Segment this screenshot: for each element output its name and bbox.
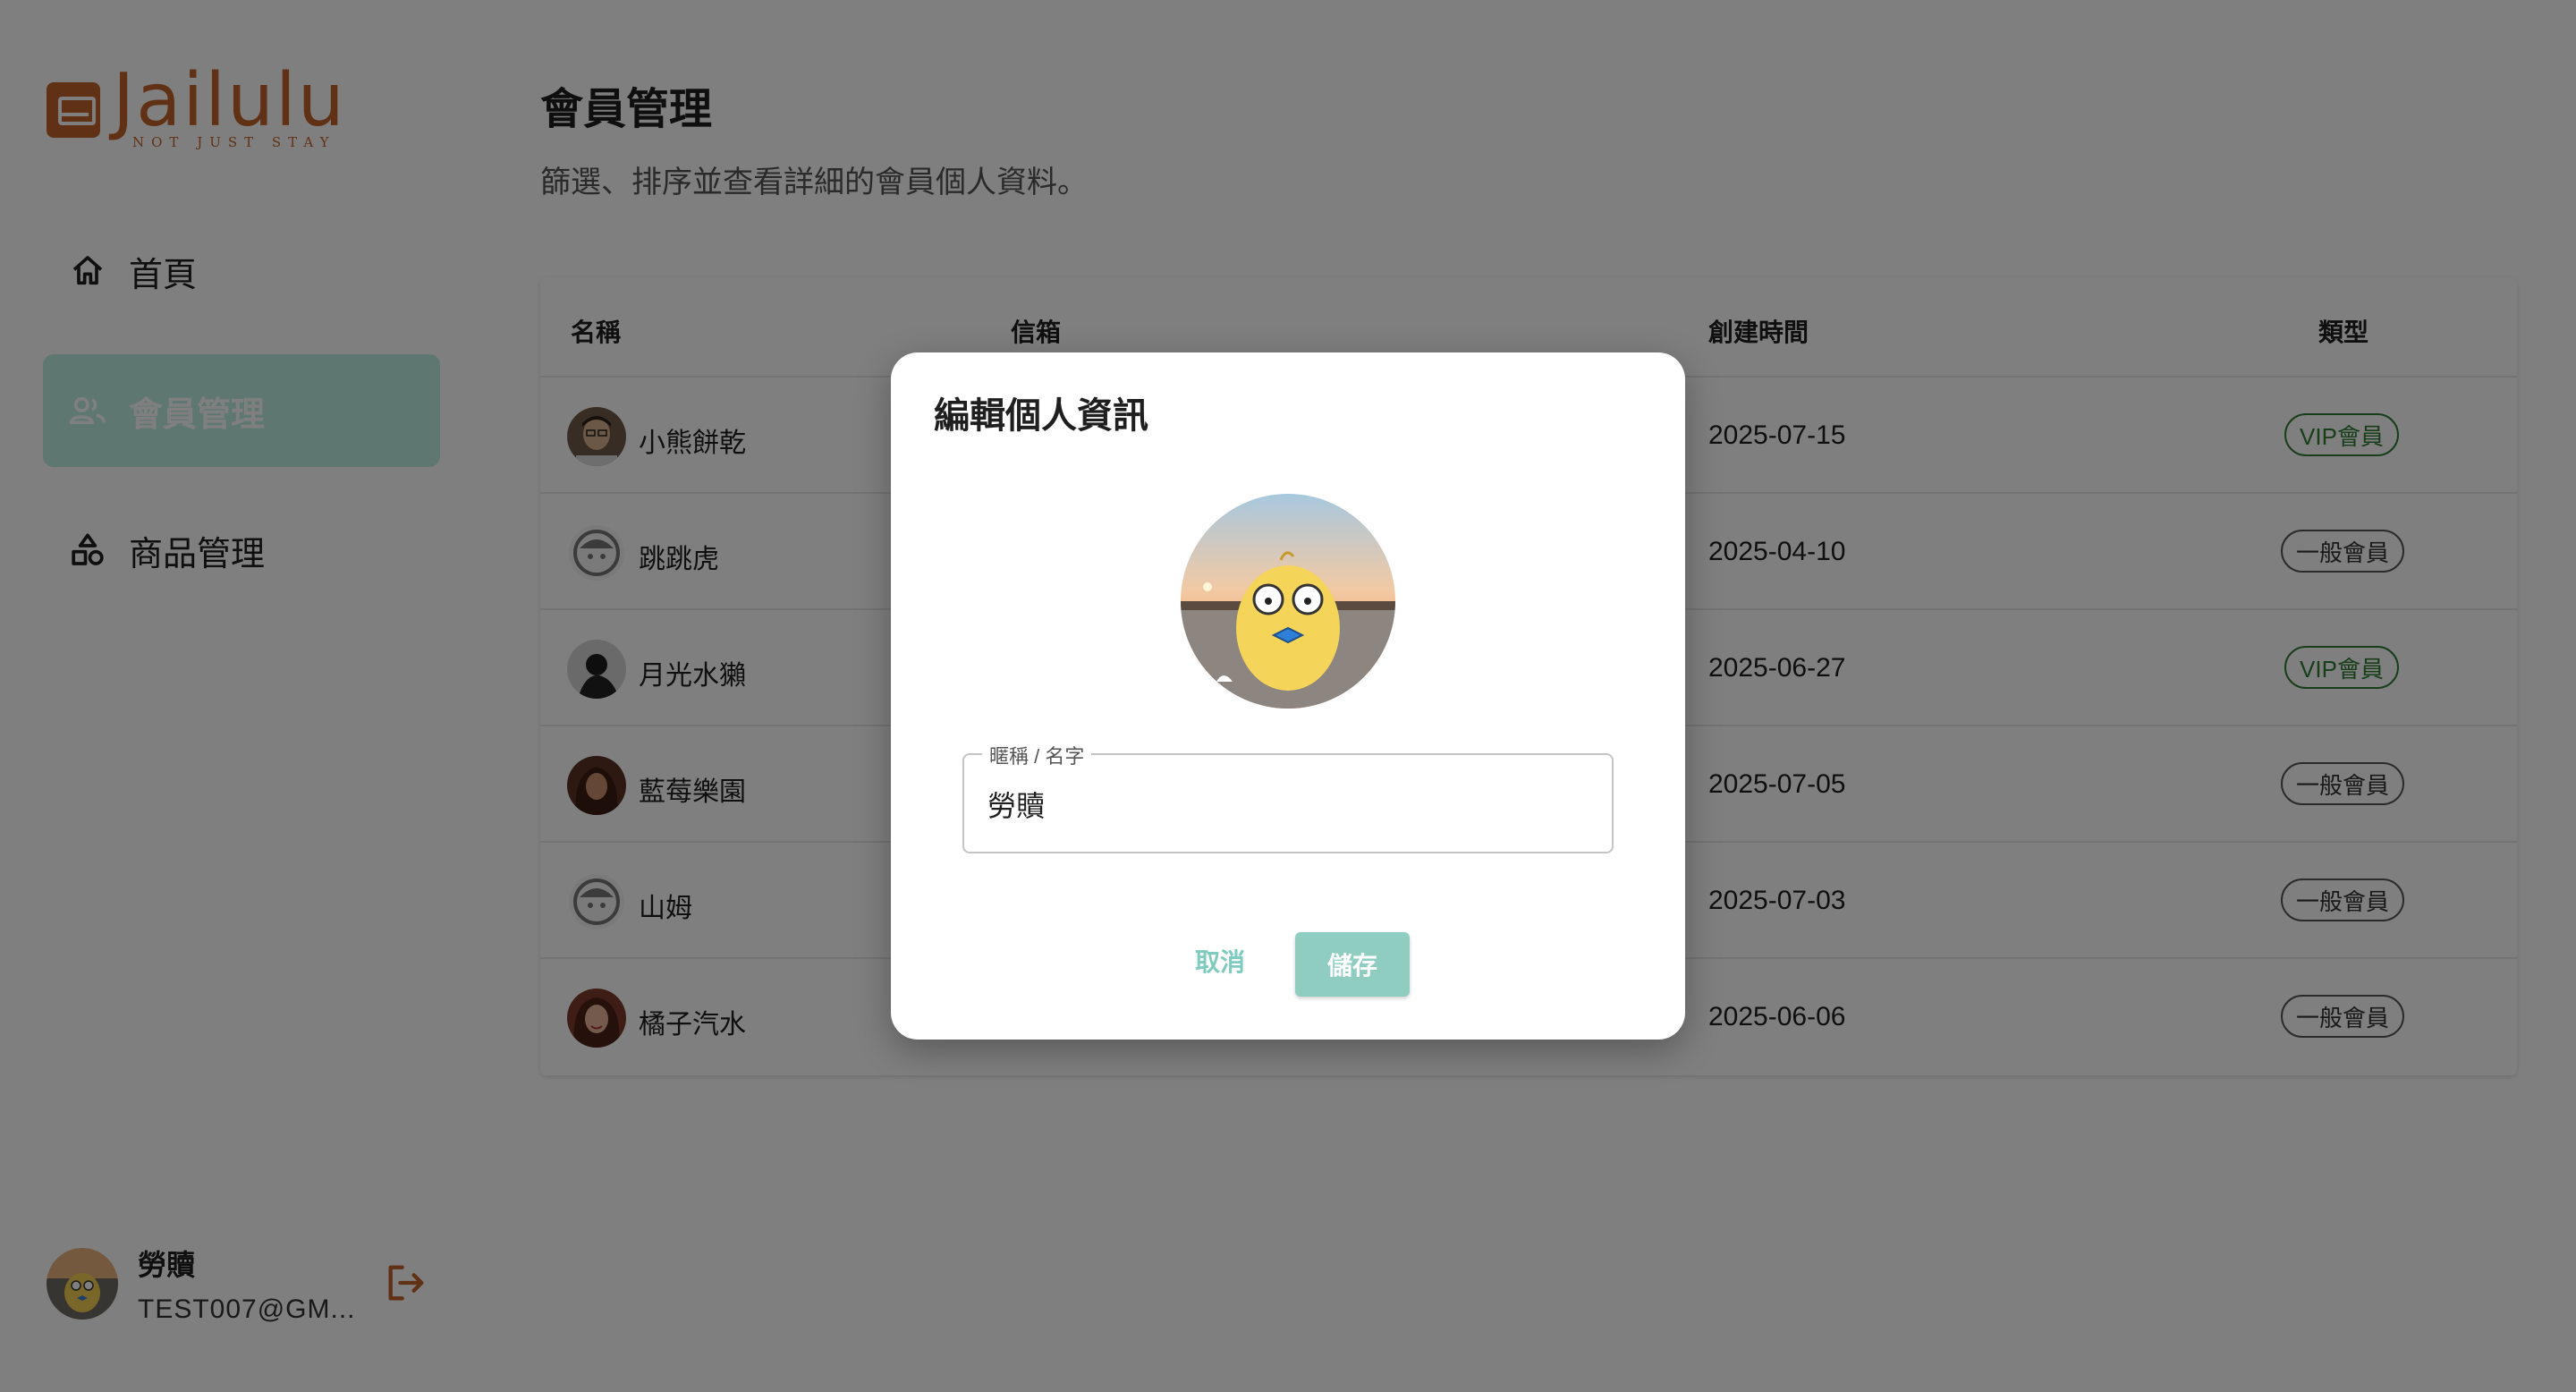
cancel-button[interactable]: 取消	[1177, 936, 1263, 986]
edit-profile-dialog: 編輯個人資訊 暱稱 / 名字 取消 儲存	[891, 352, 1685, 1040]
nickname-field-label: 暱稱 / 名字	[982, 741, 1092, 769]
profile-avatar[interactable]	[1181, 494, 1395, 709]
dialog-title: 編輯個人資訊	[934, 396, 1148, 436]
nickname-input[interactable]	[987, 782, 1578, 827]
save-button[interactable]: 儲存	[1295, 932, 1410, 997]
nickname-field: 暱稱 / 名字	[962, 741, 1614, 853]
